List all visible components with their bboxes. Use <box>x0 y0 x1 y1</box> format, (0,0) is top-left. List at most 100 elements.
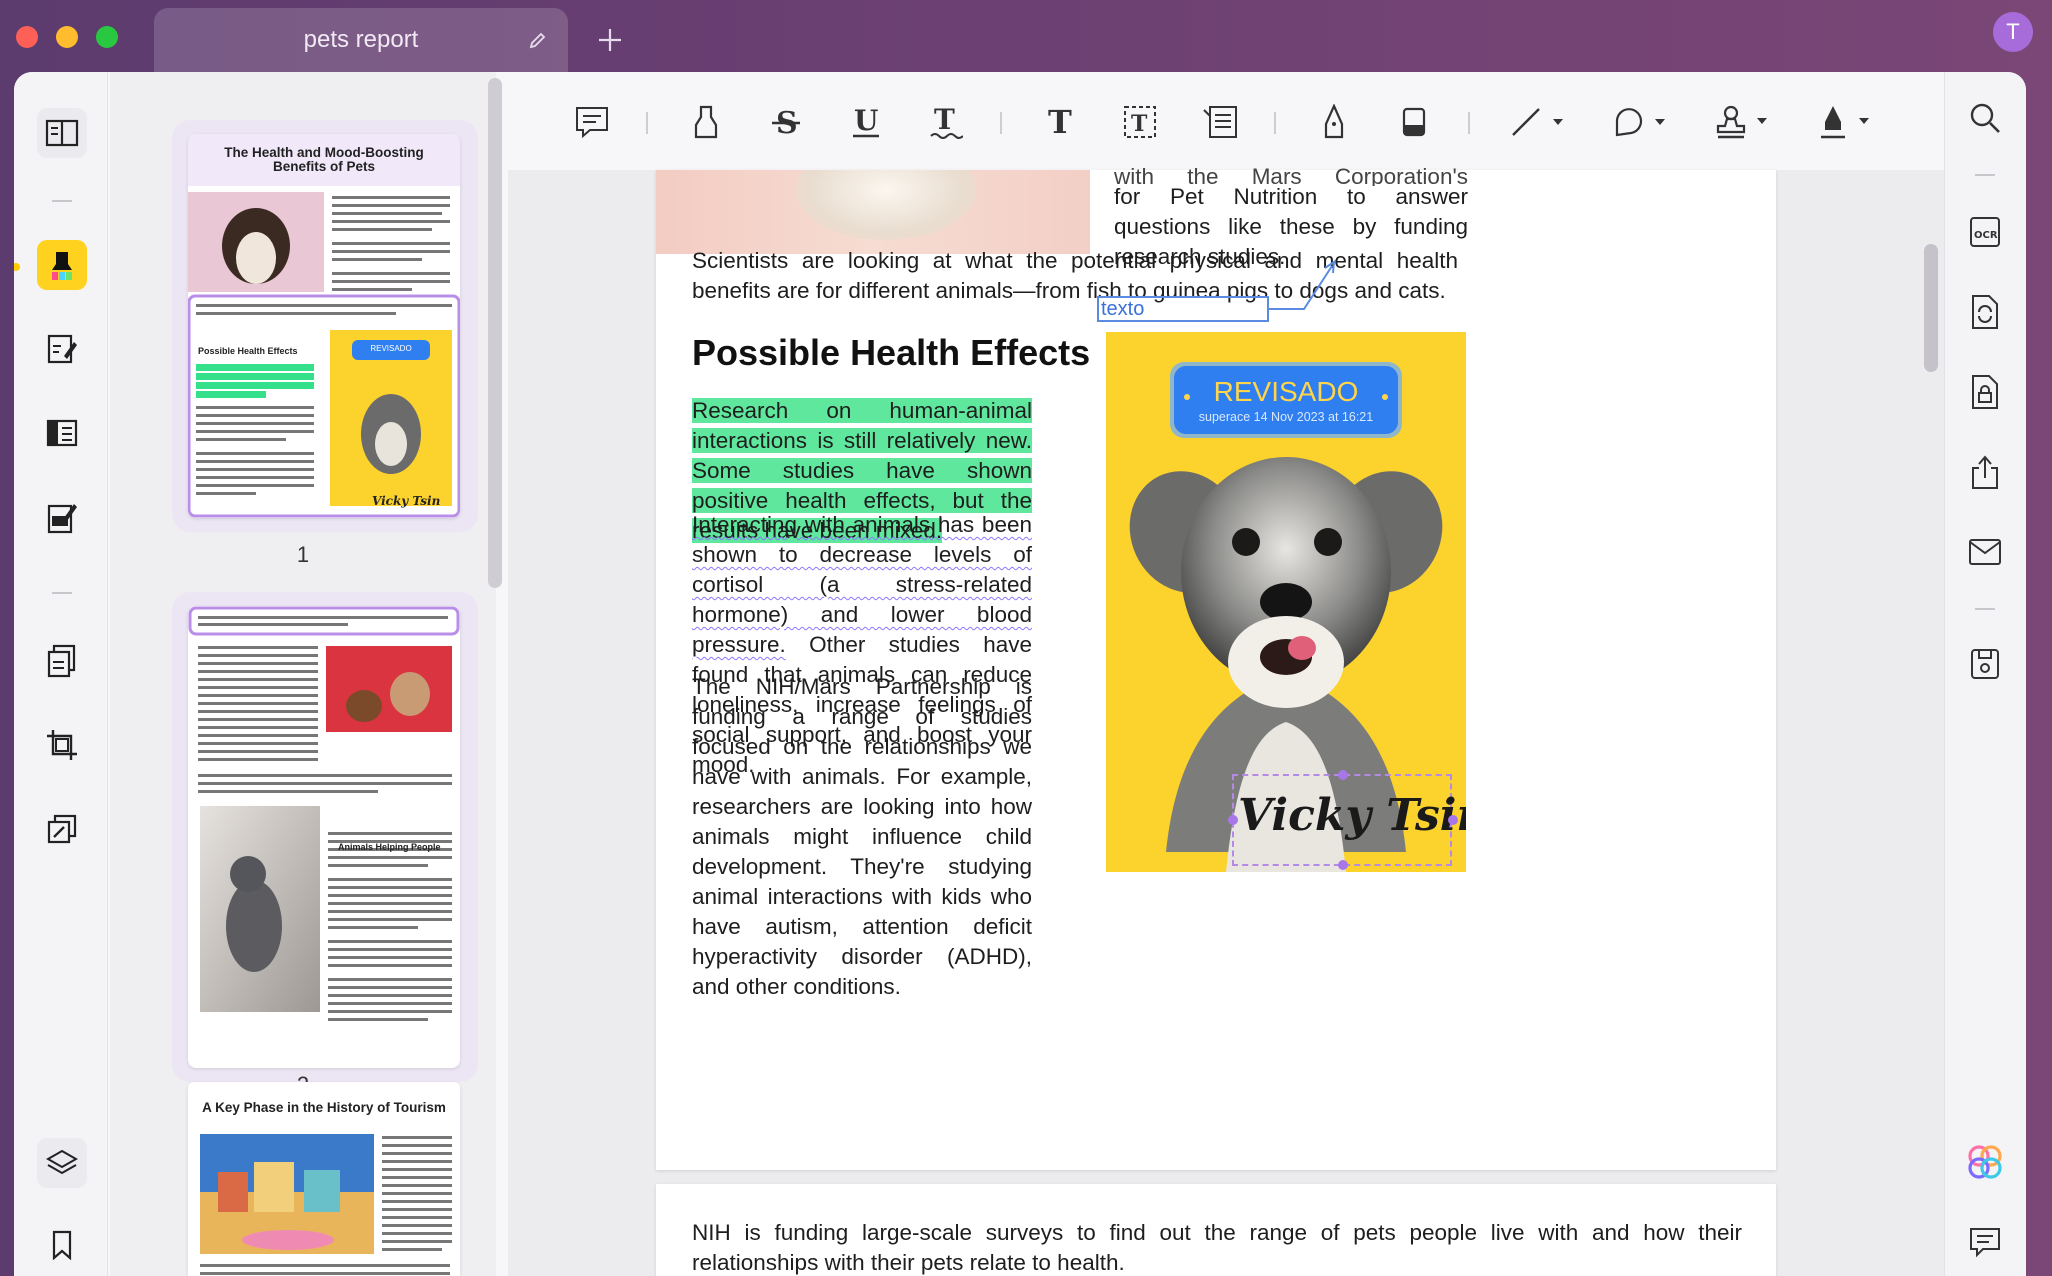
search-button[interactable] <box>1961 94 2009 142</box>
thumbnail-panel: The Health and Mood-Boosting Benefits of… <box>110 72 496 1276</box>
edit-pdf-button[interactable] <box>37 324 87 374</box>
pencil-icon[interactable] <box>528 30 548 50</box>
textbox-tool[interactable]: T <box>1116 98 1164 146</box>
resize-handle[interactable] <box>1338 770 1348 780</box>
ocr-button[interactable]: OCR <box>1961 208 2009 256</box>
page-display-button[interactable] <box>37 408 87 458</box>
comment-mode-button[interactable] <box>37 240 87 290</box>
underline-tool[interactable]: U <box>842 98 890 146</box>
stamp-dot-right <box>1382 394 1388 400</box>
textbox-icon: T <box>1124 106 1156 138</box>
stamp-subtitle: superace 14 Nov 2023 at 16:21 <box>1198 410 1374 424</box>
signature-selection[interactable]: Vicky Tsin <box>1228 770 1466 870</box>
callout-textbox[interactable]: texto <box>1097 296 1269 322</box>
tools-button[interactable] <box>37 804 87 854</box>
share-icon <box>1972 455 1998 489</box>
resize-handle[interactable] <box>1448 815 1458 825</box>
resize-handle[interactable] <box>1338 860 1348 870</box>
ai-assistant-icon <box>1968 1145 2002 1179</box>
convert-icon <box>1972 295 1998 329</box>
revisado-stamp[interactable]: REVISADO superace 14 Nov 2023 at 16:21 <box>1170 362 1402 438</box>
crop-button[interactable] <box>37 720 87 770</box>
mail-icon <box>1969 539 2001 565</box>
thumbnail-page-3-render <box>200 1134 452 1275</box>
callout-icon <box>1203 106 1237 138</box>
thumbnail-page-2[interactable]: Animals Helping People <box>188 606 460 1068</box>
layers-button[interactable] <box>37 1138 87 1188</box>
thumbnail-number-1: 1 <box>296 542 310 567</box>
toolbar-divider <box>646 112 648 134</box>
callout-tool[interactable] <box>1196 98 1244 146</box>
ai-assistant-button[interactable] <box>1961 1138 2009 1186</box>
document-page-1: with the Mars Corporation's WALTHAM Cent… <box>656 164 1776 1170</box>
rail-divider <box>1975 608 1995 610</box>
stamp-tool[interactable] <box>1708 98 1778 146</box>
strikethrough-icon: S <box>772 106 800 139</box>
save-icon <box>1971 649 1999 679</box>
plus-icon[interactable] <box>594 24 626 56</box>
thumbnail-title-1: The Health and Mood-Boosting Benefits of… <box>224 145 424 174</box>
organize-pages-button[interactable] <box>37 636 87 686</box>
comment-icon <box>576 107 608 139</box>
minimize-window-button[interactable] <box>56 26 78 48</box>
eraser-tool[interactable] <box>1390 98 1438 146</box>
line-tool[interactable] <box>1504 98 1574 146</box>
line-icon <box>1512 108 1563 136</box>
columns-icon <box>46 419 78 447</box>
search-icon <box>1970 103 2000 133</box>
document-page-2: NIH is funding large-scale surveys to fi… <box>656 1184 1776 1276</box>
page2-paragraph: NIH is funding large-scale surveys to fi… <box>692 1220 1742 1275</box>
toolbar-divider <box>1000 112 1002 134</box>
document-tab[interactable]: pets report <box>154 8 568 72</box>
thumbnail-page-3[interactable]: A Key Phase in the History of Tourism <box>188 1082 460 1276</box>
eraser-icon <box>1402 107 1426 137</box>
svg-text:T: T <box>1048 105 1072 139</box>
form-button[interactable] <box>37 492 87 542</box>
pencil-tool[interactable] <box>1310 98 1358 146</box>
squiggly-tool[interactable]: T <box>922 98 970 146</box>
signature-tool[interactable] <box>1810 98 1880 146</box>
avatar[interactable]: T <box>1993 12 2033 52</box>
pages-icon <box>47 644 76 678</box>
email-button[interactable] <box>1961 528 2009 576</box>
shape-tool[interactable] <box>1606 98 1676 146</box>
document-scrollbar[interactable] <box>1924 244 1938 372</box>
thumbnail-scrollbar[interactable] <box>488 78 502 588</box>
maximize-window-button[interactable] <box>96 26 118 48</box>
reader-mode-button[interactable] <box>37 108 87 158</box>
thumbnail-signature-1: Vicky Tsin <box>372 494 441 508</box>
tab-title: pets report <box>303 26 419 53</box>
convert-button[interactable] <box>1961 288 2009 336</box>
callout-leader-line[interactable] <box>1268 260 1338 320</box>
thumbnail-page-1-render <box>188 134 460 518</box>
cat-image-crop <box>656 170 1090 254</box>
text-tool[interactable]: T <box>1036 98 1084 146</box>
thumbnail-page-1[interactable]: The Health and Mood-Boosting Benefits of… <box>188 134 460 518</box>
highlight-tool[interactable] <box>682 98 730 146</box>
svg-text:U: U <box>854 105 878 137</box>
save-button[interactable] <box>1961 640 2009 688</box>
highlighter-icon <box>694 105 718 139</box>
section-heading: Possible Health Effects <box>692 332 1091 373</box>
svg-text:OCR: OCR <box>1974 230 1998 241</box>
stamp-dot-left <box>1184 394 1190 400</box>
book-icon <box>45 119 79 147</box>
note-tool[interactable] <box>568 98 616 146</box>
resize-handle[interactable] <box>1228 815 1238 825</box>
thumbnail-subheading-2: Animals Helping People <box>338 842 441 852</box>
comments-panel-button[interactable] <box>1961 1218 2009 1266</box>
strikethrough-tool[interactable]: S <box>762 98 810 146</box>
thumbnail-subheading-1: Possible Health Effects <box>198 346 298 356</box>
crop-icon <box>47 730 77 760</box>
close-window-button[interactable] <box>16 26 38 48</box>
squiggly-underline-icon: T <box>930 104 963 139</box>
share-button[interactable] <box>1961 448 2009 496</box>
layers-icon <box>46 1149 78 1175</box>
thumbnail-stamp-1: REVISADO <box>370 344 412 353</box>
protect-button[interactable] <box>1961 368 2009 416</box>
bookmark-button[interactable] <box>37 1220 87 1270</box>
toolbar-divider <box>1468 112 1470 134</box>
bookmark-icon <box>52 1230 72 1260</box>
lock-document-icon <box>1972 375 1998 409</box>
dog-poster-image: REVISADO superace 14 Nov 2023 at 16:21 V… <box>1106 332 1466 872</box>
